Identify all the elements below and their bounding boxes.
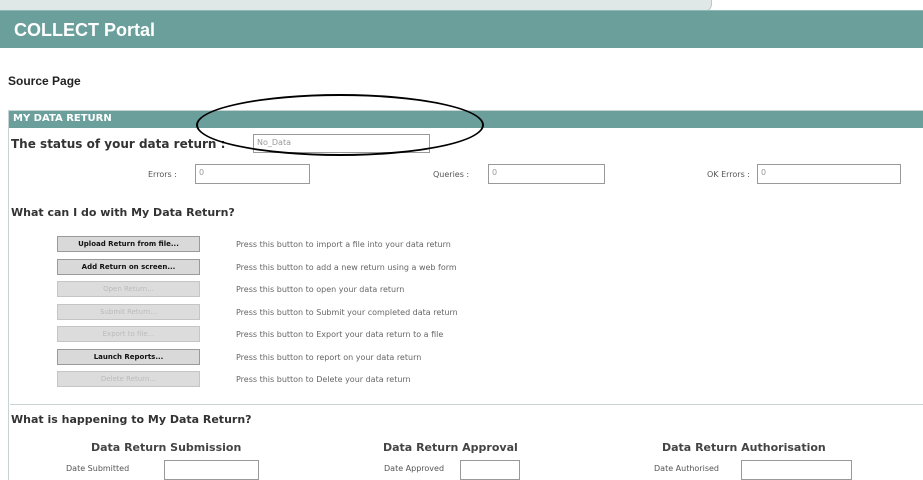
approval-title: Data Return Approval <box>383 441 518 454</box>
ok-errors-label: OK Errors : <box>707 170 750 179</box>
action-description: Press this button to report on your data… <box>236 353 422 362</box>
submission-title: Data Return Submission <box>91 441 242 454</box>
app-title: COLLECT Portal <box>14 20 156 40</box>
date-submitted-field[interactable] <box>164 460 259 480</box>
queries-field[interactable]: 0 <box>488 164 605 184</box>
actions-title: What can I do with My Data Return? <box>11 206 235 219</box>
action-button[interactable]: Launch Reports... <box>57 349 200 365</box>
action-button[interactable]: Submit Return... <box>57 304 200 320</box>
source-page-label: Source Page <box>8 74 81 88</box>
queries-label: Queries : <box>433 170 470 179</box>
action-button[interactable]: Delete Return... <box>57 371 200 387</box>
date-approved-label: Date Approved <box>384 464 445 473</box>
action-description: Press this button to import a file into … <box>236 240 451 249</box>
authorisation-title: Data Return Authorisation <box>662 441 826 454</box>
errors-field[interactable]: 0 <box>195 164 310 184</box>
panel-title: MY DATA RETURN <box>13 113 112 124</box>
action-description: Press this button to add a new return us… <box>236 263 457 272</box>
app-header: COLLECT Portal <box>0 10 923 48</box>
date-authorised-field[interactable] <box>741 460 852 480</box>
divider <box>10 404 923 405</box>
action-button[interactable]: Export to file... <box>57 326 200 342</box>
action-button[interactable]: Add Return on screen... <box>57 259 200 275</box>
action-description: Press this button to open your data retu… <box>236 285 405 294</box>
date-authorised-label: Date Authorised <box>654 464 719 473</box>
action-button[interactable]: Open Return... <box>57 281 200 297</box>
date-submitted-label: Date Submitted <box>66 464 130 473</box>
happening-title: What is happening to My Data Return? <box>11 413 252 426</box>
action-button[interactable]: Upload Return from file... <box>57 236 200 252</box>
errors-label: Errors : <box>148 170 177 179</box>
date-approved-field[interactable] <box>460 460 520 480</box>
highlight-oval <box>196 94 484 156</box>
action-description: Press this button to Delete your data re… <box>236 375 411 384</box>
action-description: Press this button to Submit your complet… <box>236 308 458 317</box>
action-description: Press this button to Export your data re… <box>236 330 444 339</box>
status-label: The status of your data return : <box>11 137 226 151</box>
ok-errors-field[interactable]: 0 <box>757 164 901 184</box>
